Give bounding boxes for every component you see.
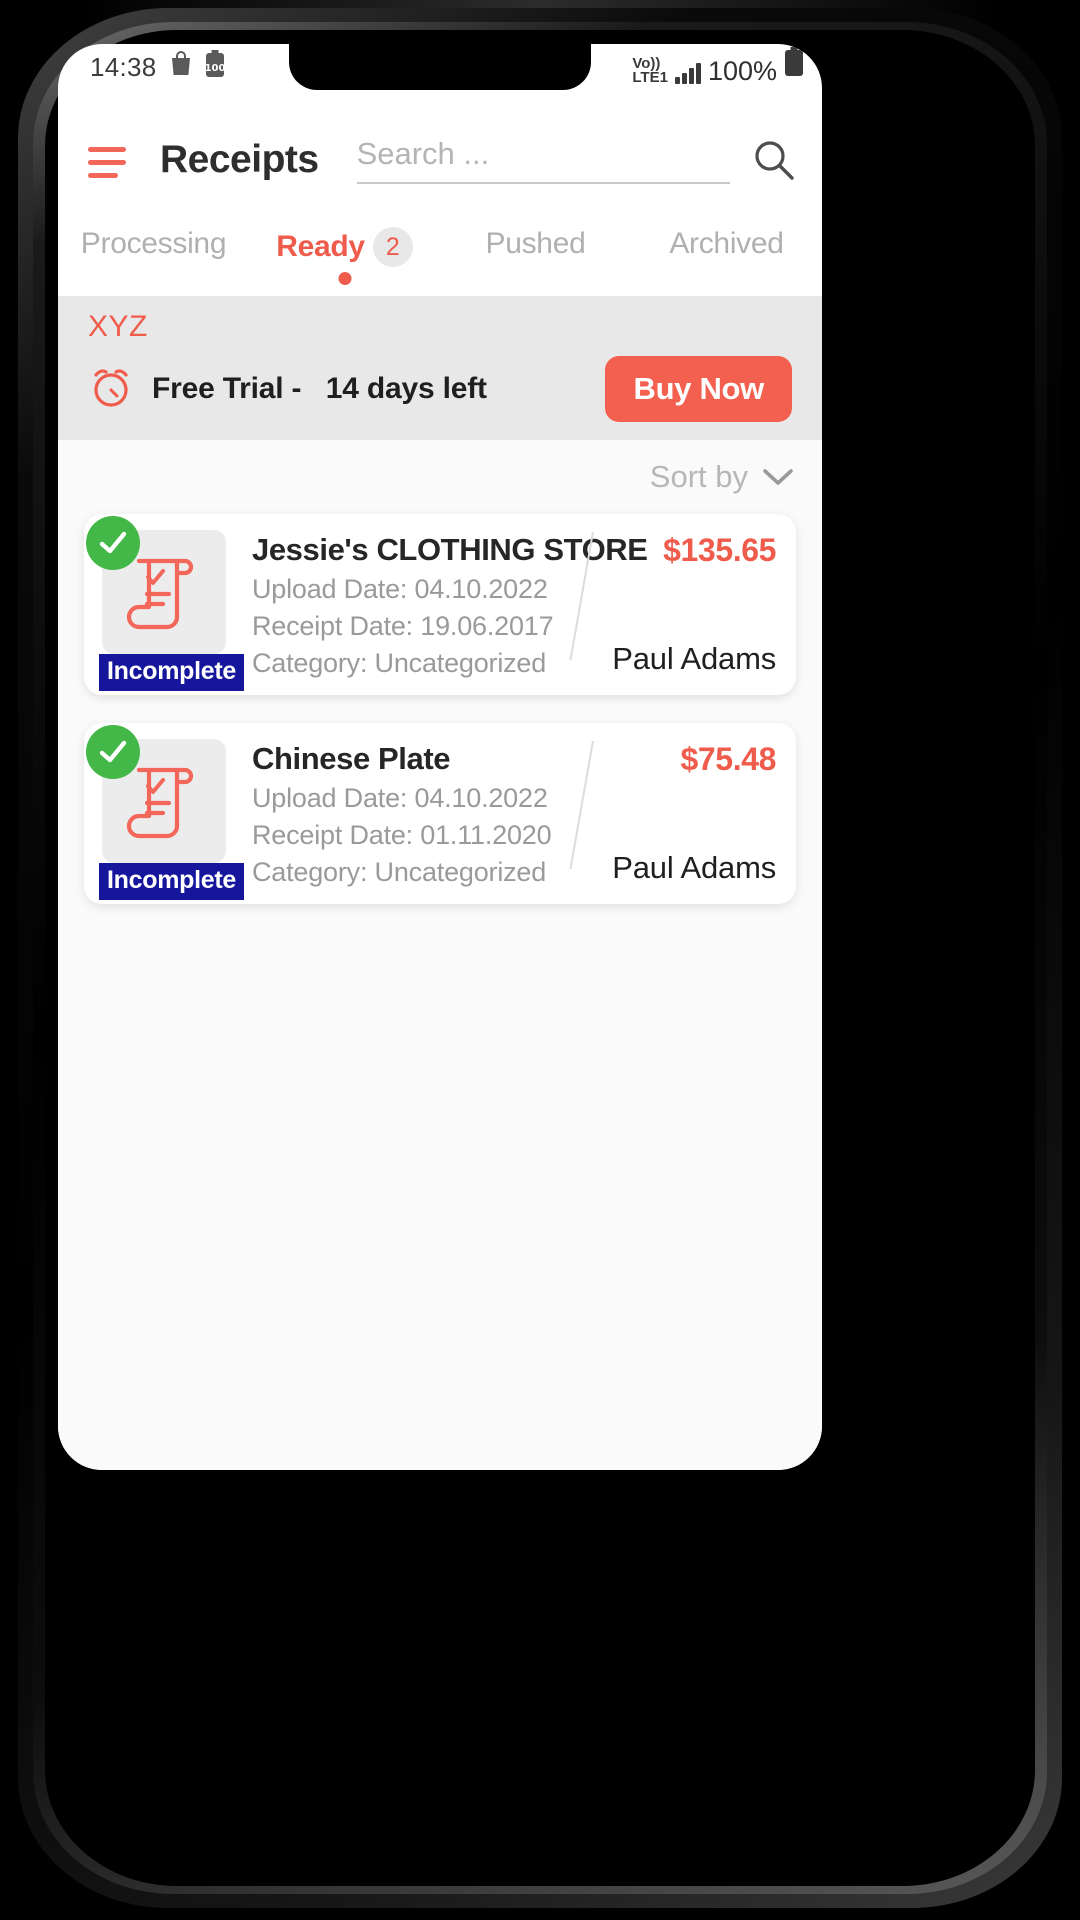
trial-label: Free Trial - (152, 372, 302, 405)
trial-days-left: 14 days left (325, 372, 487, 405)
tab-ready[interactable]: Ready 2 (249, 219, 440, 285)
trial-row: Free Trial - 14 days left Buy Now (88, 356, 792, 422)
receipt-owner: Paul Adams (612, 641, 776, 677)
owner-last-name: Adams (680, 641, 777, 676)
search-icon[interactable] (750, 136, 798, 184)
tab-label: Archived (669, 227, 784, 260)
receipt-card[interactable]: Incomplete Jessie's CLOTHING STORE Uploa… (84, 514, 796, 695)
status-bar-right: Vo)) LTE1 100% (632, 47, 804, 87)
signal-bars-icon (674, 63, 701, 87)
receipt-amount: $135.65 (663, 532, 776, 568)
tab-label: Pushed (485, 227, 586, 260)
receipt-summary: $135.65 Paul Adams (569, 530, 776, 679)
tab-badge-count: 2 (372, 227, 413, 267)
volte-indicator: Vo)) LTE1 (632, 55, 668, 88)
buy-now-button[interactable]: Buy Now (605, 356, 792, 422)
receipt-card[interactable]: Incomplete Chinese Plate Upload Date: 04… (84, 723, 796, 904)
trial-status-text: Free Trial - 14 days left (152, 372, 487, 406)
receipt-thumbnail-wrapper[interactable]: Incomplete (86, 725, 244, 900)
status-badge: Incomplete (99, 654, 244, 691)
tab-processing[interactable]: Processing (58, 219, 249, 261)
active-tab-indicator-dot (338, 272, 351, 285)
owner-last-name: Adams (680, 850, 777, 885)
tab-bar: Processing Ready 2 Pushed Archived (58, 219, 822, 297)
tab-label: Ready (276, 230, 365, 263)
selected-check-icon[interactable] (86, 725, 140, 779)
receipt-category: Category: Uncategorized (252, 857, 547, 887)
receipt-details: Chinese Plate Upload Date: 04.10.2022 Re… (226, 739, 592, 888)
receipt-list-container: Sort by Incomplete Jessie's CLOTHING STO… (58, 440, 822, 1470)
volte-line-2: LTE1 (632, 68, 668, 86)
receipt-upload-date: Upload Date: 04.10.2022 (252, 574, 548, 604)
page-title: Receipts (160, 138, 319, 181)
tab-label: Processing (80, 227, 227, 260)
receipt-upload-date: Upload Date: 04.10.2022 (252, 783, 548, 813)
app-header: Receipts (58, 119, 822, 201)
shopping-bag-icon (169, 50, 193, 84)
svg-text:100: 100 (205, 63, 225, 74)
organization-name: XYZ (88, 310, 148, 343)
receipt-category: Category: Uncategorized (252, 648, 547, 678)
search-field-wrapper[interactable] (356, 136, 730, 184)
sort-by-control[interactable]: Sort by (58, 440, 822, 514)
battery-saver-icon: 100 (204, 50, 225, 84)
status-bar-left: 14:38 100 (90, 50, 225, 84)
alarm-clock-icon (88, 364, 134, 415)
status-time: 14:38 (90, 51, 157, 82)
owner-first-name: Paul (612, 850, 674, 885)
hamburger-menu-icon[interactable] (88, 143, 134, 178)
receipt-owner: Paul Adams (612, 850, 776, 886)
owner-first-name: Paul (612, 641, 674, 676)
hamburger-line (88, 146, 126, 152)
screen-notch (289, 44, 591, 90)
status-badge: Incomplete (99, 863, 244, 900)
receipt-merchant-name: Chinese Plate (252, 741, 451, 776)
tab-pushed[interactable]: Pushed (440, 219, 631, 261)
phone-screen: 14:38 100 Vo)) LTE1 100% Receipts Search… (58, 44, 822, 1470)
receipt-merchant-name: Jessie's CLOTHING STORE (252, 532, 648, 567)
battery-percent-label: 100% (707, 56, 777, 86)
tab-archived[interactable]: Archived (631, 219, 822, 261)
trial-banner: XYZ Free Trial - 14 days left Buy Now (58, 296, 822, 440)
receipt-summary: $75.48 Paul Adams (569, 739, 777, 888)
receipt-date: Receipt Date: 19.06.2017 (252, 611, 554, 641)
hamburger-line (88, 172, 118, 178)
chevron-down-icon[interactable] (762, 467, 794, 487)
selected-check-icon[interactable] (86, 516, 140, 570)
receipt-date: Receipt Date: 01.11.2020 (252, 820, 552, 850)
search-input[interactable] (356, 136, 730, 172)
sort-by-label: Sort by (649, 459, 748, 494)
phone-frame: 14:38 100 Vo)) LTE1 100% Receipts Search… (0, 0, 1080, 1920)
receipt-details: Jessie's CLOTHING STORE Upload Date: 04.… (226, 530, 648, 679)
receipt-thumbnail-wrapper[interactable]: Incomplete (86, 516, 244, 691)
receipt-amount: $75.48 (680, 741, 777, 777)
battery-full-icon (784, 47, 804, 87)
hamburger-line (88, 159, 126, 165)
